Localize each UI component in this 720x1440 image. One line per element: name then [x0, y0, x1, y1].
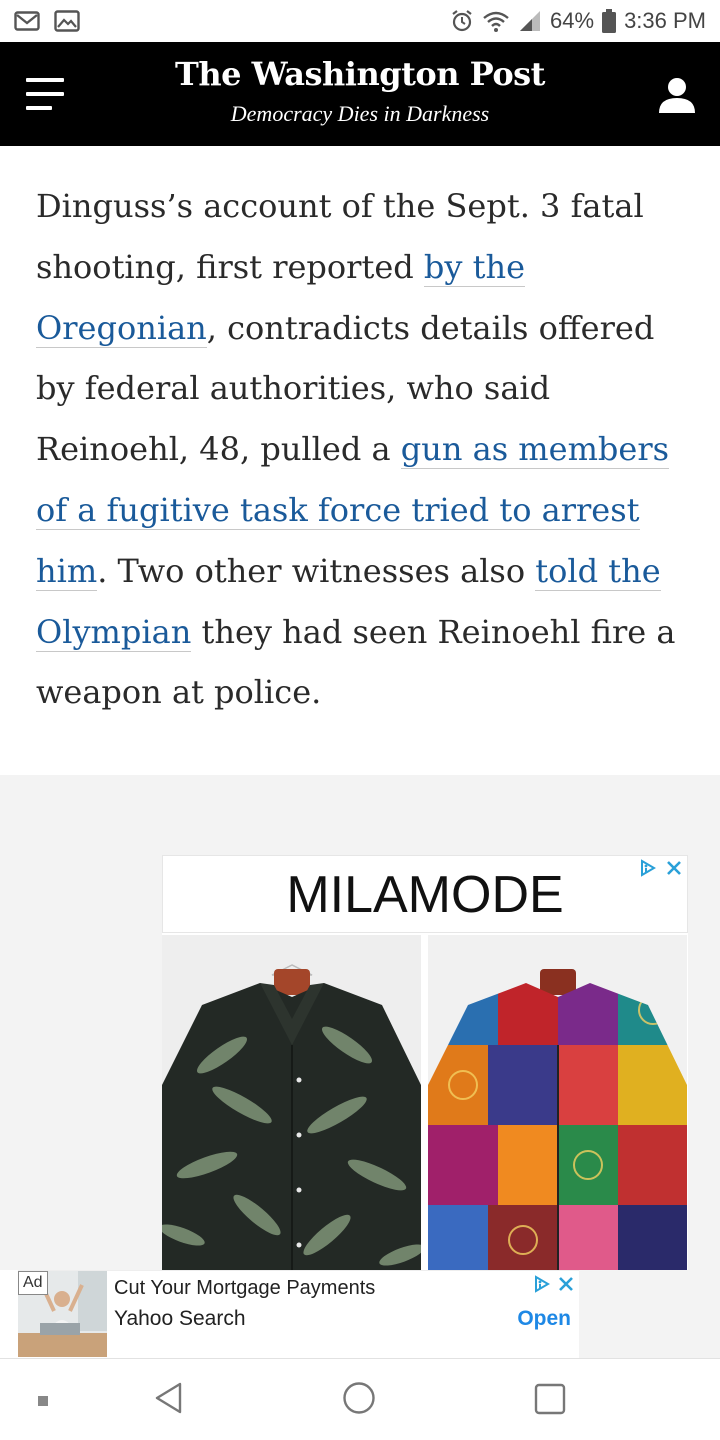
- status-left-icons: [14, 10, 80, 32]
- back-icon[interactable]: [152, 1381, 186, 1419]
- article-text: . Two other witnesses also: [97, 551, 536, 590]
- banner-ad-thumbnail[interactable]: Ad: [18, 1271, 107, 1357]
- site-header: The Washington Post Democracy Dies in Da…: [0, 42, 720, 146]
- gmail-icon: [14, 10, 40, 32]
- colorful-patchwork-print-shirt[interactable]: [428, 935, 687, 1275]
- status-right: 64% 3:36 PM: [450, 8, 706, 34]
- user-icon[interactable]: [658, 76, 696, 114]
- wifi-icon: [482, 9, 510, 33]
- overview-icon[interactable]: [534, 1383, 566, 1419]
- green-fern-print-shirt[interactable]: [162, 935, 421, 1275]
- ad-brand-name: MILAMODE: [286, 866, 564, 924]
- banner-ad-source: Yahoo Search: [114, 1307, 246, 1330]
- adchoices-icon[interactable]: [531, 1273, 553, 1295]
- article-text: Dinguss’s account of the Sept. 3 fatal s…: [36, 187, 644, 286]
- recents-dot[interactable]: [36, 1393, 50, 1412]
- banner-ad[interactable]: Ad Cut Your Mortgage Payments Yahoo Sear…: [18, 1270, 579, 1358]
- banner-side-space: [579, 1270, 720, 1358]
- alarm-icon: [450, 9, 474, 33]
- clock: 3:36 PM: [624, 8, 706, 33]
- close-icon[interactable]: [662, 857, 686, 879]
- ad-brand-header[interactable]: MILAMODE: [162, 855, 688, 933]
- adchoices-icon[interactable]: [636, 857, 660, 879]
- ad-container: MILAMODE: [0, 775, 720, 1275]
- article-paragraph: Dinguss’s account of the Sept. 3 fatal s…: [36, 176, 696, 723]
- gallery-icon: [54, 10, 80, 32]
- masthead[interactable]: The Washington Post Democracy Dies in Da…: [0, 54, 720, 128]
- close-icon[interactable]: [555, 1273, 577, 1295]
- home-icon[interactable]: [342, 1381, 376, 1419]
- ad-controls: [636, 857, 686, 879]
- site-tagline: Democracy Dies in Darkness: [230, 101, 490, 126]
- banner-ad-controls: [531, 1273, 577, 1295]
- battery-percent: 64%: [550, 8, 595, 33]
- ad-badge: Ad: [18, 1271, 48, 1295]
- status-bar: 64% 3:36 PM: [0, 0, 720, 42]
- banner-open-button[interactable]: Open: [517, 1305, 571, 1333]
- signal-icon: [518, 9, 542, 33]
- battery-icon: [602, 9, 617, 33]
- system-nav-bar: [0, 1358, 720, 1440]
- milamode-ad[interactable]: MILAMODE: [162, 855, 688, 1275]
- site-title: The Washington Post: [175, 55, 545, 93]
- banner-ad-headline[interactable]: Cut Your Mortgage Payments: [114, 1275, 375, 1301]
